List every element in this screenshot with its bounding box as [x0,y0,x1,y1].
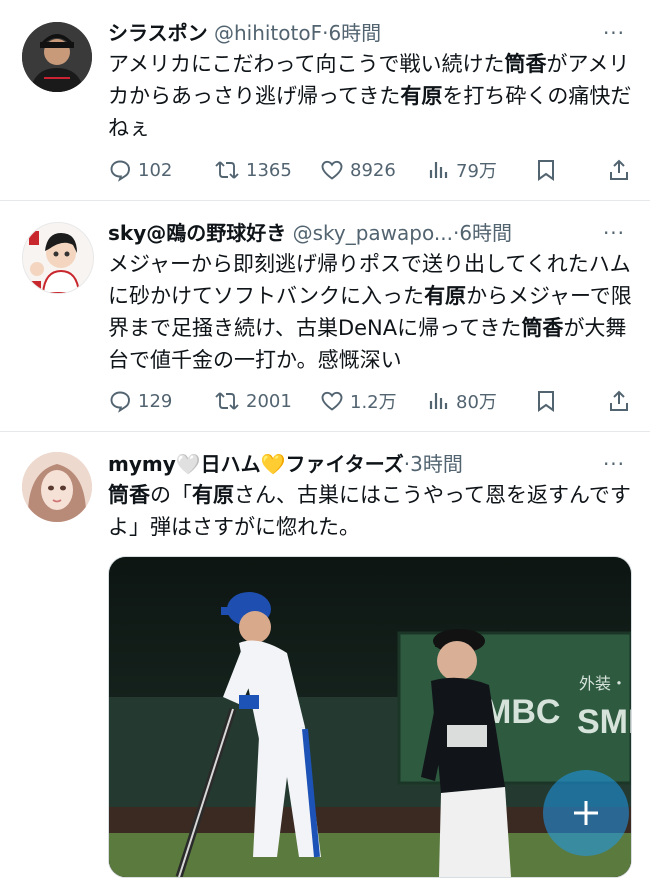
retweet-button[interactable]: 1365 [214,158,292,182]
timestamp[interactable]: 6時間 [328,21,381,45]
username[interactable]: @hihitotoF [214,21,322,45]
more-options-icon[interactable]: ··· [600,451,628,477]
tweet-text: 筒香の「有原さん、古巣にはこうやって恩を返すんですよ」弾はさすがに惚れた。 [108,483,631,539]
like-count: 1.2万 [350,392,397,413]
divider [0,200,650,201]
compose-button[interactable] [543,770,629,856]
avatar[interactable] [22,452,92,522]
like-button[interactable]: 1.2万 [320,388,397,414]
username[interactable]: @sky_pawapo... [293,221,453,245]
heart-icon [321,391,343,411]
tweet-header: mymy🤍日ハム💛ファイターズ·3時間 [108,451,590,477]
share-icon [610,159,628,180]
bookmark-icon [538,160,554,181]
avatar[interactable] [22,22,92,92]
tweet-actions: 102 1365 8926 79万 [108,156,628,184]
more-options-icon[interactable]: ··· [600,220,628,246]
tweet-text: アメリカにこだわって向こうで戦い続けた筒香がアメリカからあっさり逃げ帰ってきた有… [108,52,632,140]
like-count: 8926 [350,159,396,181]
reply-icon [110,160,130,182]
views-icon [429,162,448,178]
share-button[interactable] [608,158,630,182]
bookmark-button[interactable] [536,389,556,413]
retweet-button[interactable]: 2001 [214,389,292,413]
views-count: 79万 [456,161,497,182]
reply-icon [110,391,130,413]
ad-board-text: SMI [577,703,631,741]
reply-count: 129 [138,390,173,412]
views-icon [429,393,448,409]
more-options-icon[interactable]: ··· [600,20,628,46]
display-name[interactable]: シラスポン [108,21,208,45]
display-name[interactable]: sky@鴎の野球好き [108,221,286,245]
retweet-icon [215,161,239,179]
avatar[interactable] [22,222,94,294]
tweet-text: メジャーから即刻逃げ帰りポスで送り出してくれたハムに砂かけてソフトバンクに入った… [108,252,632,372]
ad-board-text: 外装・ [579,674,627,693]
tweet-header: シラスポン @hihitotoF·6時間 [108,20,590,46]
plus-icon [574,801,598,825]
retweet-icon [215,392,239,410]
heart-icon [321,160,343,180]
share-button[interactable] [608,389,630,413]
reply-count: 102 [138,159,173,181]
views-count: 80万 [456,392,497,413]
views-button[interactable]: 79万 [428,157,497,183]
tweet-header: sky@鴎の野球好き @sky_pawapo...·6時間 [108,220,590,246]
views-button[interactable]: 80万 [428,388,497,414]
retweet-count: 1365 [246,159,292,181]
timestamp[interactable]: 3時間 [410,452,463,476]
bookmark-icon [538,391,554,412]
like-button[interactable]: 8926 [320,158,396,182]
bookmark-button[interactable] [536,158,556,182]
timestamp[interactable]: 6時間 [459,221,512,245]
display-name[interactable]: mymy🤍日ハム💛ファイターズ [108,452,404,476]
divider [0,431,650,432]
tweet-actions: 129 2001 1.2万 80万 [108,387,628,415]
retweet-count: 2001 [246,390,292,412]
reply-button[interactable]: 102 [108,158,172,182]
reply-button[interactable]: 129 [108,389,172,413]
share-icon [610,390,628,411]
